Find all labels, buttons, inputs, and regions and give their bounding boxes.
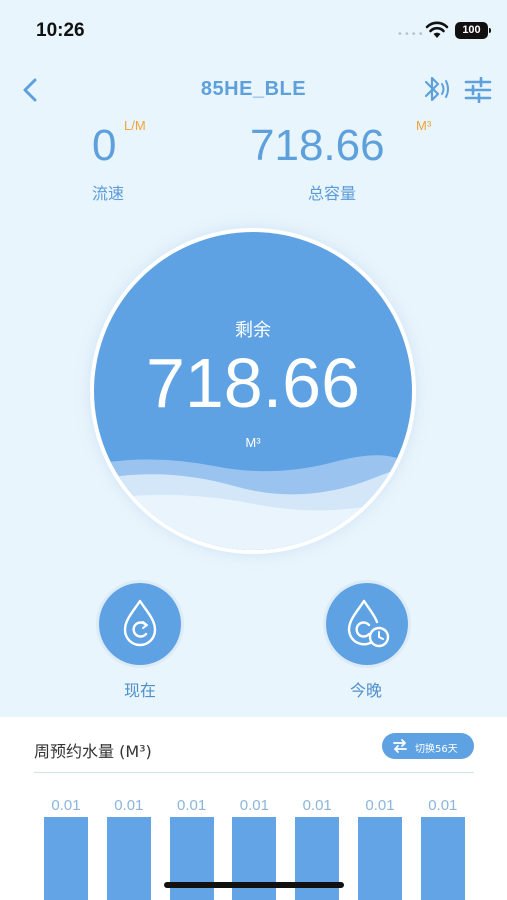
- bar-value-label: 0.01: [51, 797, 81, 814]
- remaining-gauge: 剩余 718.66 M³: [90, 228, 416, 554]
- bar: [106, 817, 151, 900]
- bar-value-label: 0.01: [428, 797, 458, 814]
- weekly-panel: 周预约水量 (M³) 切换56天 0.01 0.01 0.01 0.01 0.01 0.0…: [0, 717, 507, 900]
- wifi-icon: [425, 21, 449, 38]
- flow-unit: L/M: [124, 118, 146, 133]
- signal-dots-icon: ••••: [397, 29, 425, 40]
- remaining-circle: 剩余 718.66 M³: [94, 232, 412, 550]
- remaining-value: 718.66: [145, 344, 361, 422]
- status-time: 10:26: [36, 20, 85, 41]
- home-indicator: [164, 882, 344, 888]
- remaining-label: 剩余: [235, 320, 271, 341]
- water-drop-refresh-icon: [123, 599, 157, 647]
- bar-value-label: 0.01: [114, 797, 144, 814]
- remaining-unit: M³: [245, 435, 261, 450]
- capacity-unit: M³: [416, 118, 432, 133]
- back-icon[interactable]: [18, 76, 44, 104]
- status-bar: 10:26 •••• 100: [0, 0, 507, 60]
- capacity-label: 总容量: [308, 184, 357, 203]
- regenerate-tonight-button[interactable]: [326, 583, 408, 665]
- bar-value-label: 0.01: [302, 797, 332, 814]
- settings-sliders-icon[interactable]: [464, 77, 492, 103]
- bar-value-label: 0.01: [365, 797, 395, 814]
- weekly-bar-chart: 0.01 0.01 0.01 0.01 0.01 0.01 0.01: [0, 717, 507, 900]
- bar-value-label: 0.01: [176, 797, 207, 814]
- flow-value: 0: [92, 121, 117, 170]
- capacity-stat: 718.66 M³ 总容量: [250, 118, 450, 204]
- bar-value-label: 0.01: [239, 797, 269, 814]
- water-drop-clock-icon: [347, 599, 390, 648]
- battery-level: 100: [462, 24, 481, 36]
- flow-stat: 0 L/M 流速: [92, 118, 212, 204]
- page-title: 85HE_BLE: [200, 78, 307, 100]
- flow-label: 流速: [92, 184, 125, 203]
- bar: [44, 817, 88, 900]
- battery-icon: 100: [455, 22, 491, 39]
- mode-label-now: 现在: [123, 681, 156, 700]
- bluetooth-icon[interactable]: [418, 74, 452, 104]
- bar: [358, 817, 402, 900]
- regenerate-now-button[interactable]: [99, 583, 181, 665]
- bar: [420, 817, 465, 900]
- mode-label-tonight: 今晚: [349, 681, 382, 700]
